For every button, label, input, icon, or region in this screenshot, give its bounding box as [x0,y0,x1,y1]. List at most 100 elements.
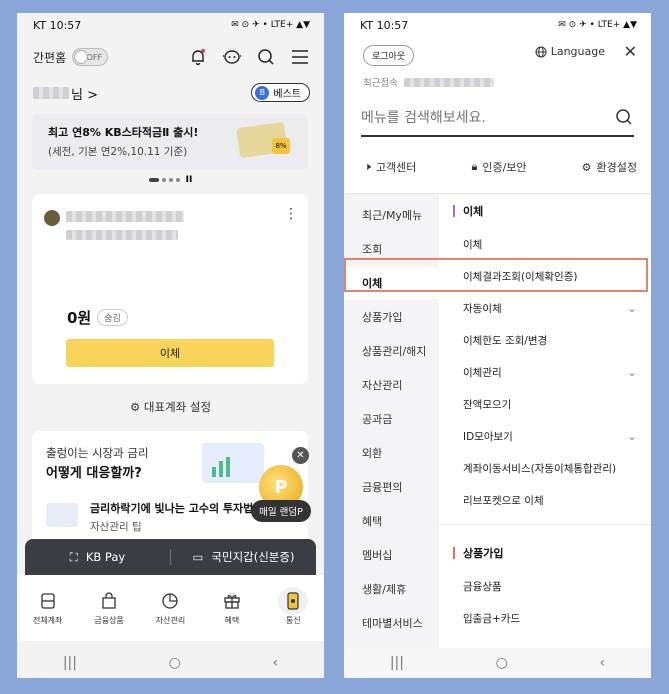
category-item[interactable]: 공과금 [344,402,439,436]
mobile-phone-icon [278,587,309,615]
submenu-item[interactable]: 이체한도 조회/변경 [439,324,651,356]
status-bar: KT 10:57 ✉ ⊙ ✈ • LTE+ ▲▼ [344,13,651,37]
home-button[interactable]: ○ [496,655,508,671]
submenu-item[interactable]: 자동이체 ⌄ [439,292,651,324]
close-icon[interactable]: ✕ [292,447,309,464]
category-item[interactable]: 생활/제휴 [344,572,439,606]
simple-home-label: 간편홈 [33,50,67,65]
representative-account-setting[interactable]: ⚙ 대표계좌 설정 [17,399,324,415]
status-time: KT 10:57 [33,18,82,32]
section-divider [439,524,651,536]
account-balance: 0원 숨김 [67,307,128,328]
category-item-selected[interactable]: 이체 [344,266,439,300]
chevron-down-icon: ⌄ [626,429,637,443]
submenu-item[interactable]: 이체결과조회(이체확인증) [439,260,651,292]
promo-banner[interactable]: 최고 연8% KB스타적금Ⅱ 출시! (세전, 기본 연2%,10.11 기준)… [32,114,308,170]
top-bar: 간편홈 OFF [17,37,324,77]
tab-financial-products[interactable]: 금융상품 [84,587,134,641]
hamburger-menu-icon[interactable] [290,47,310,67]
simple-home-toggle[interactable]: OFF [72,48,109,66]
hide-balance-button[interactable]: 숨김 [97,309,128,326]
recent-apps-button[interactable]: ||| [390,655,404,671]
menu-header: 로그아웃 Language ✕ [344,37,651,67]
daily-random-point-button[interactable]: 매일 랜덤P [251,500,311,522]
submenu-item[interactable]: 입출금+카드 [439,602,651,634]
gear-icon: ⚙ [581,160,592,174]
home-button[interactable]: ○ [169,655,181,671]
category-item[interactable]: 자산관리 [344,368,439,402]
submenu-item[interactable]: 리브포켓으로 이체 [439,484,651,516]
section-title-products: 상품가입 [439,536,651,570]
tab-all-accounts[interactable]: 전체계좌 [23,587,73,641]
promo-headline: 어떻게 대응할까? [46,466,142,481]
pager-dot [161,178,166,182]
tab-asset-management[interactable]: 자산관리 [145,587,195,641]
menu-search[interactable] [361,107,634,137]
kb-pay-button[interactable]: ⛶ KB Pay [25,550,170,565]
chart-illustration [202,443,264,483]
wallet-button[interactable]: ▭ 국민지갑(신분증) [171,549,316,565]
transfer-button[interactable]: 이체 [66,339,274,367]
language-button[interactable]: Language [535,45,605,58]
submenu-list: 이체 이체 이체결과조회(이체확인증) 자동이체 ⌄ 이체한도 조회/변경 이체관… [439,194,651,648]
category-list: 최근/My메뉴 조회 이체 상품가입 상품관리/해지 자산관리 공과금 외환 금… [344,194,439,648]
last-login-label: 최근접속 [363,78,398,89]
gear-icon: ⚙ [129,400,141,414]
back-button[interactable]: ‹ [600,655,606,671]
category-item[interactable]: 조회 [344,232,439,266]
masked-user-name [33,87,69,99]
best-badge[interactable]: B 베스트 [251,83,310,102]
pager-pause-icon[interactable]: II [186,175,193,185]
more-options-icon[interactable]: ⋮ [284,206,298,222]
chatbot-icon[interactable] [222,47,242,67]
close-menu-button[interactable]: ✕ [624,42,637,61]
search-icon[interactable] [256,47,276,67]
submenu-item[interactable]: 이체관리 ⌄ [439,356,651,388]
security-link[interactable]: 🔒︎ 인증/보안 [472,159,527,175]
submenu-item[interactable]: 계좌이동서비스(자동이체통합관리) [439,452,651,484]
search-icon[interactable] [614,107,634,127]
submenu-item[interactable]: 금융상품 [439,570,651,602]
category-item[interactable]: 혜택 [344,504,439,538]
submenu-item[interactable]: 잔액모으기 [439,388,651,420]
category-item[interactable]: 테마별서비스 [344,606,439,640]
full-menu-screen: KT 10:57 ✉ ⊙ ✈ • LTE+ ▲▼ 로그아웃 Language ✕ … [344,13,651,678]
menu-search-input[interactable] [361,110,601,126]
submenu-item[interactable]: ID모아보기 ⌄ [439,420,651,452]
pager-dot [175,178,180,182]
customer-center-link[interactable]: 🕨 고객센터 [364,159,416,175]
status-icons: ✉ ⊙ ✈ • LTE+ ▲▼ [231,20,310,30]
lock-icon: 🔒︎ [471,160,478,173]
category-item[interactable]: 상품관리/해지 [344,334,439,368]
category-item[interactable]: 멤버십 [344,538,439,572]
recent-apps-button[interactable]: ||| [63,655,77,671]
status-bar: KT 10:57 ✉ ⊙ ✈ • LTE+ ▲▼ [17,13,324,37]
user-greeting[interactable]: 님 > B 베스트 [17,77,324,109]
system-nav-bar: ||| ○ ‹ [17,648,324,678]
category-item[interactable]: 외환 [344,436,439,470]
globe-icon [535,46,547,57]
last-login: 최근접속 [344,67,651,89]
toggle-knob [74,50,89,64]
tab-telecom[interactable]: 통신 [268,587,318,641]
category-item[interactable]: 최근/My메뉴 [344,198,439,232]
settings-link[interactable]: ⚙ 환경설정 [582,159,637,175]
account-card[interactable]: ⋮ 0원 숨김 이체 [32,194,308,384]
best-badge-icon: B [255,85,270,100]
bell-icon[interactable] [188,47,208,67]
banner-pager[interactable]: II [17,175,324,185]
wallet-icon: ▭ [192,550,204,564]
home-screen: KT 10:57 ✉ ⊙ ✈ • LTE+ ▲▼ 간편홈 OFF 님 > B 베스트… [17,13,324,678]
percent-tag: 8% [272,138,290,154]
category-item[interactable]: 상품가입 [344,300,439,334]
submenu-item[interactable]: 이체 [439,228,651,260]
gift-icon [207,587,257,615]
category-item[interactable]: 금융편의 [344,470,439,504]
menu-area: 최근/My메뉴 조회 이체 상품가입 상품관리/해지 자산관리 공과금 외환 금… [344,193,651,648]
back-button[interactable]: ‹ [273,655,279,671]
system-nav-bar: ||| ○ ‹ [344,648,651,678]
logout-button[interactable]: 로그아웃 [363,45,415,66]
tab-benefits[interactable]: 혜택 [207,587,257,641]
quick-access-bar: ⛶ KB Pay ▭ 국민지갑(신분증) [25,539,316,575]
pager-dot [148,178,159,182]
